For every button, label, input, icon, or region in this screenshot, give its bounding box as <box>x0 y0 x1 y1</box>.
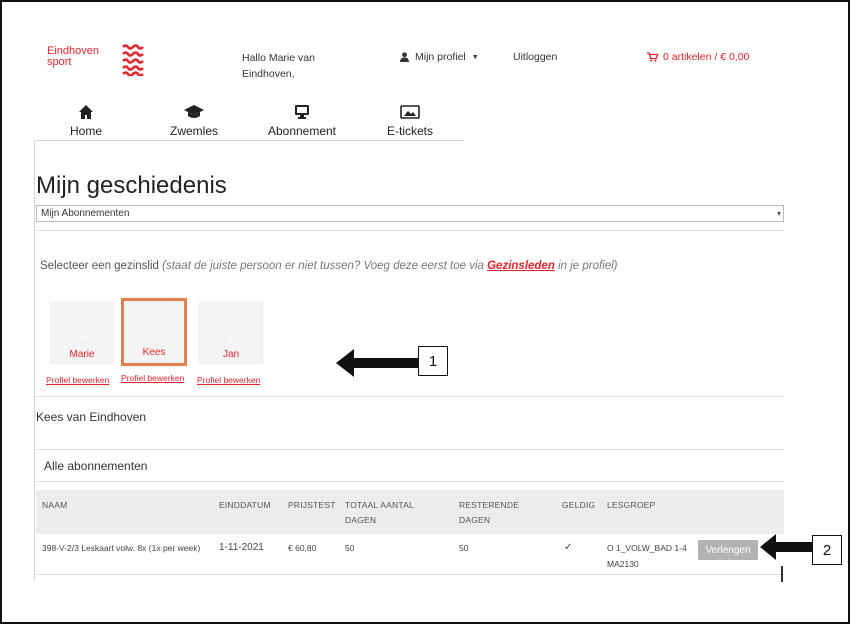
user-icon <box>400 52 409 62</box>
history-type-select[interactable]: Mijn Abonnementen ▾ <box>36 205 784 222</box>
my-profile-menu[interactable]: Mijn profiel ▼ <box>400 51 479 63</box>
column-header-geldig: GELDIG <box>562 500 596 510</box>
cart-label: 0 artikelen / € 0,00 <box>663 51 750 63</box>
graduation-cap-icon <box>184 105 204 118</box>
column-header-resterend: RESTERENDE DAGEN <box>459 500 520 525</box>
logo-wave-icon <box>122 44 144 76</box>
column-header-prijstest: PRIJSTEST <box>288 500 336 510</box>
gezinsleden-link[interactable]: Gezinsleden <box>487 260 555 272</box>
column-header-totaal: TOTAAL AANTAL DAGEN <box>345 500 414 525</box>
divider <box>36 396 784 397</box>
divider <box>36 481 784 482</box>
cell-prijstest: € 60,80 <box>288 543 317 553</box>
edit-profile-link-kees[interactable]: Profiel bewerken <box>121 373 184 383</box>
column-header-einddatum: EINDDATUM <box>219 500 271 510</box>
divider <box>36 449 784 450</box>
select-family-member-instruction: Selecteer een gezinslid (staat de juiste… <box>40 260 618 272</box>
page-title: Mijn geschiedenis <box>36 172 227 199</box>
avatar-placeholder-icon <box>227 331 235 338</box>
cell-totaal: 50 <box>345 543 355 553</box>
monitor-icon <box>295 105 309 119</box>
cell-geldig-check-icon: ✓ <box>564 542 573 553</box>
history-type-selected: Mijn Abonnementen <box>41 208 130 219</box>
eindhoven-sport-logo[interactable]: Eindhoven sport <box>47 46 99 68</box>
instruction-hint-before: (staat de juiste persoon er niet tussen?… <box>162 260 484 272</box>
column-header-lesgroep: LESGROEP <box>607 500 656 510</box>
member-card-marie[interactable]: Marie <box>50 302 114 364</box>
cell-lesgroep: O 1_VOLW_BAD 1-4 MA2130 <box>607 543 687 569</box>
greeting-text: Hallo Marie van Eindhoven, <box>242 52 315 80</box>
my-profile-label: Mijn profiel <box>415 51 466 63</box>
cart-icon <box>647 52 658 62</box>
instruction-main: Selecteer een gezinslid <box>40 260 159 272</box>
callout-arrow-2 <box>760 534 814 560</box>
cell-resterend: 50 <box>459 543 469 553</box>
chevron-down-icon: ▾ <box>776 209 781 218</box>
nav-home-label: Home <box>69 124 102 138</box>
callout-arrow-1 <box>336 349 418 377</box>
nav-home[interactable]: Home <box>41 102 131 138</box>
page-left-border <box>34 140 35 582</box>
column-header-naam: NAAM <box>42 500 68 510</box>
nav-zwemles[interactable]: Zwemles <box>149 102 239 138</box>
edit-profile-link-jan[interactable]: Profiel bewerken <box>197 375 260 385</box>
member-card-kees[interactable]: Kees <box>121 298 187 366</box>
nav-divider <box>36 140 464 141</box>
logo-line-2: sport <box>47 56 72 68</box>
nav-zwemles-label: Zwemles <box>169 124 218 138</box>
member-name: Jan <box>222 349 240 360</box>
member-card-jan[interactable]: Jan <box>199 302 263 364</box>
cart-link[interactable]: 0 artikelen / € 0,00 <box>647 51 749 63</box>
cell-einddatum: 1-11-2021 <box>219 542 264 553</box>
avatar-placeholder-icon <box>150 326 158 333</box>
logout-link[interactable]: Uitloggen <box>513 51 557 63</box>
caret-down-icon: ▼ <box>471 53 479 61</box>
image-ticket-icon <box>400 105 420 119</box>
renew-button[interactable]: Verlengen <box>698 540 758 560</box>
avatar-placeholder-icon <box>78 331 86 338</box>
section-title: Alle abonnementen <box>44 459 148 473</box>
callout-box-2: 2 <box>812 535 842 565</box>
edit-profile-link-marie[interactable]: Profiel bewerken <box>46 375 109 385</box>
nav-abonnement[interactable]: Abonnement <box>257 102 347 138</box>
selected-person-name: Kees van Eindhoven <box>36 410 147 424</box>
member-name: Marie <box>69 349 95 360</box>
callout-leader-line <box>781 566 783 582</box>
divider <box>36 230 784 231</box>
table-row-divider <box>36 574 784 575</box>
nav-e-tickets[interactable]: E-tickets <box>365 102 455 138</box>
nav-abonnement-label: Abonnement <box>267 124 337 138</box>
callout-box-1: 1 <box>418 346 448 376</box>
nav-e-tickets-label: E-tickets <box>386 124 433 138</box>
instruction-hint-after: in je profiel) <box>558 260 618 272</box>
member-name: Kees <box>142 347 166 358</box>
home-icon <box>79 105 93 119</box>
cell-naam: 398-V-2/3 Leskaart volw. 8x (1x per week… <box>42 543 201 553</box>
